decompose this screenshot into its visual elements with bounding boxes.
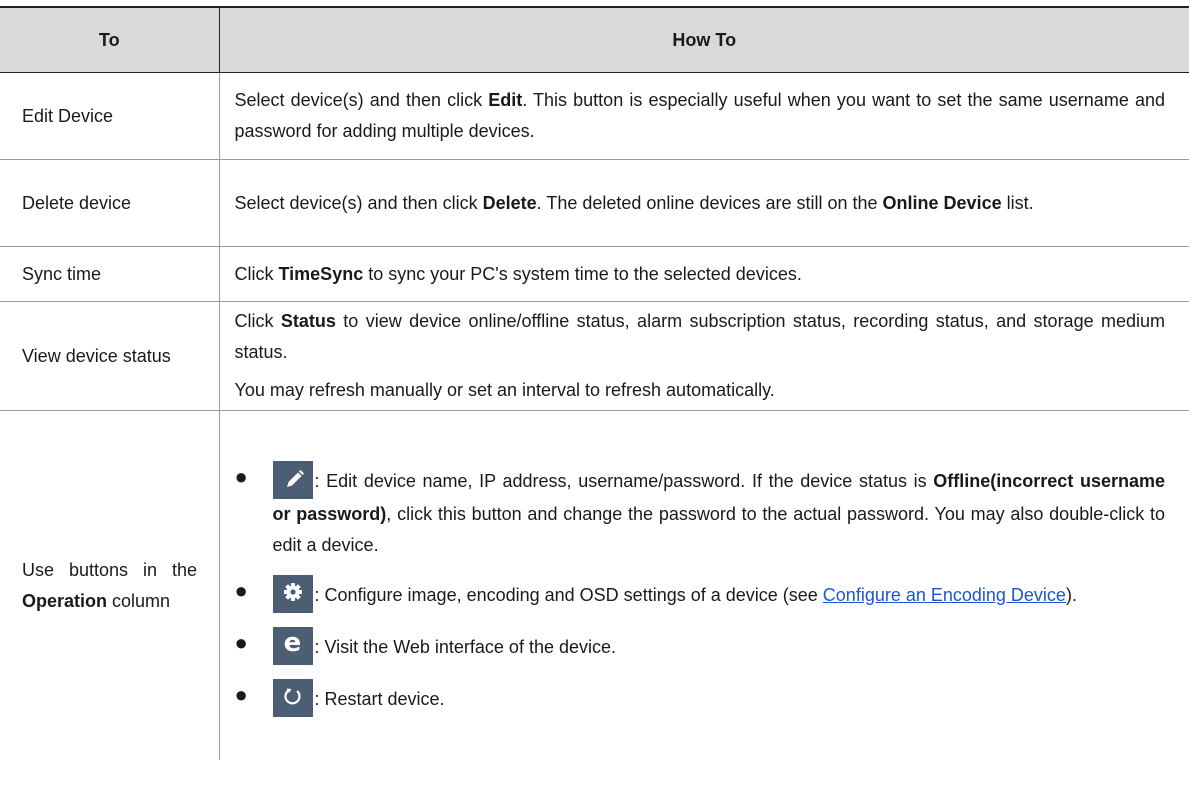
header-how-to: How To [219,6,1189,73]
gear-icon [272,574,313,613]
row-task-operation-buttons: Use buttons in the Operation column [0,410,220,760]
table-row: View device status Click Status to view … [0,301,1189,411]
row-howto-sync-time: Click TimeSync to sync your PC's system … [219,246,1189,302]
online-device-term: Online Device [882,192,1002,213]
bullet-icon: ● [234,629,248,655]
row-howto-delete-device: Select device(s) and then click Delete. … [219,159,1189,247]
configure-encoding-device-link[interactable]: Configure an Encoding Device [823,585,1066,605]
delete-term: Delete [482,192,537,213]
bullet-icon: ● [234,681,248,707]
bullet-icon: ● [234,463,248,489]
row-task-delete-device: Delete device [0,159,220,247]
header-to: To [0,6,220,73]
table-row: Sync time Click TimeSync to sync your PC… [0,246,1189,302]
row-task-sync-time: Sync time [0,246,220,302]
table-row: Use buttons in the Operation column ● : … [0,410,1189,761]
table-row: Edit Device Select device(s) and then cl… [0,72,1189,160]
list-item: ●: Configure image, encoding and OSD se… [234,574,1166,613]
row-howto-view-status: Click Status to view device online/offli… [219,301,1189,411]
pencil-edit-icon [272,460,313,499]
row-howto-operation-buttons: ● : Edit device name, IP address, userna… [219,411,1189,761]
list-item: ● e : Visit the Web interface of the dev… [234,626,1166,665]
timesync-term: TimeSync [278,263,364,284]
refresh-note: You may refresh manually or set an inter… [234,380,775,400]
list-item: ● : Restart device. [234,678,1166,717]
row-howto-edit-device: Select device(s) and then click Edit. Th… [219,72,1189,160]
status-term: Status [280,311,336,331]
operation-term: Operation [22,590,108,611]
table-header-row: To How To [0,6,1189,73]
operation-list: ● : Edit device name, IP address, userna… [234,460,1166,717]
web-e-icon: e [272,626,313,665]
restart-icon [272,678,313,717]
operations-table: To How To Edit Device Select device(s) a… [0,6,1189,760]
bullet-icon: ● [234,577,248,603]
table-row: Delete device Select device(s) and then … [0,159,1189,247]
row-task-edit-device: Edit Device [0,72,220,160]
edit-term: Edit [488,90,523,110]
list-item: ● : Edit device name, IP address, userna… [234,460,1165,561]
row-task-view-status: View device status [0,301,220,411]
